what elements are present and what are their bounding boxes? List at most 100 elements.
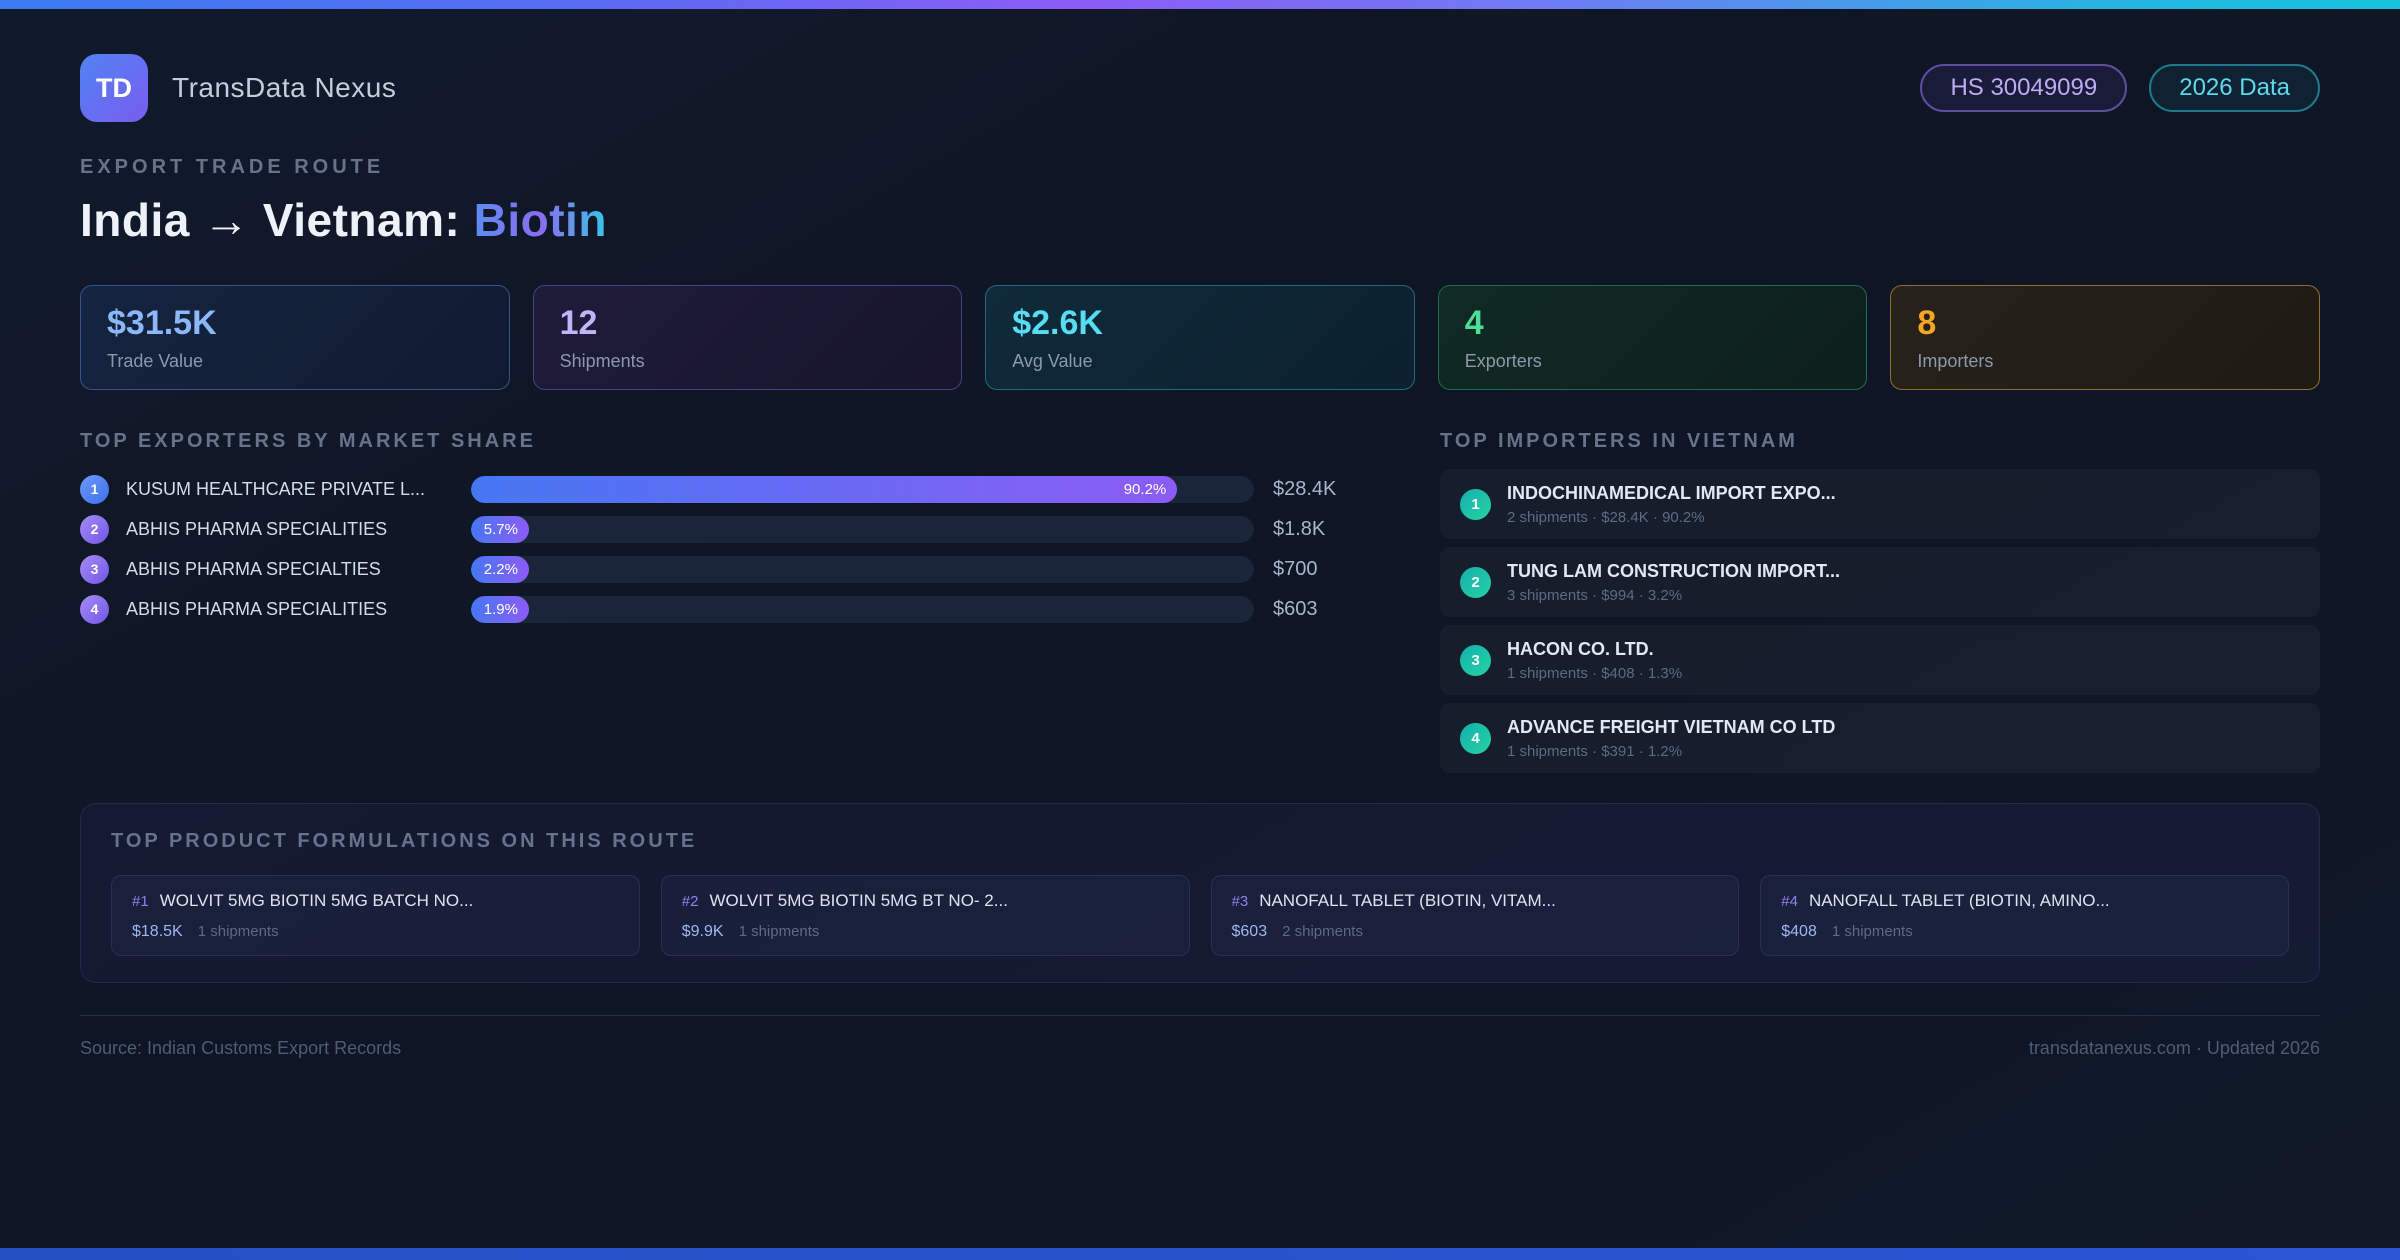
product-shipments: 1 shipments [197, 923, 279, 940]
market-share-percent: 2.2% [483, 560, 518, 578]
product-value: $9.9K [681, 923, 724, 940]
page-title: India → Vietnam: Biotin [80, 193, 2320, 247]
year-data-label: 2026 Data [2179, 74, 2290, 101]
stat-value: $31.5K [107, 304, 217, 342]
product-meta-line: $9.9K 1 shipments [682, 923, 1169, 941]
product-name: WOLVIT 5MG BIOTIN 5MG BATCH NO... [159, 891, 474, 910]
hs-code-label: HS 30049099 [1950, 74, 2098, 101]
year-data-badge[interactable]: 2026 Data [2149, 64, 2320, 112]
market-share-bar-fill: 1.9% [471, 595, 529, 623]
product-meta-line: $408 1 shipments [1781, 923, 2268, 941]
exporter-value: $28.4K [1273, 477, 1337, 500]
exporter-value: $1.8K [1273, 517, 1326, 540]
product-card[interactable]: #1 WOLVIT 5MG BIOTIN 5MG BATCH NO... $18… [111, 875, 640, 956]
importer-name: INDOCHINAMEDICAL IMPORT EXPO... [1507, 482, 1836, 503]
exporter-row[interactable]: 4 ABHIS PHARMA SPECIALITIES 1.9% $603 [80, 589, 1355, 629]
market-share-percent: 5.7% [483, 520, 518, 538]
stat-label: Importers [1917, 351, 1994, 371]
importer-info: INDOCHINAMEDICAL IMPORT EXPO... 2 shipme… [1507, 483, 1836, 526]
exporter-value: $603 [1273, 597, 1318, 620]
app-logo: TD [80, 54, 148, 122]
rank-badge: 3 [80, 554, 109, 584]
brand: TD TransData Nexus [80, 54, 396, 122]
stat-value: 8 [1917, 304, 1937, 342]
market-share-bar-track: 1.9% [471, 595, 1254, 623]
page-eyebrow: EXPORT TRADE ROUTE [80, 156, 385, 178]
market-share-percent: 90.2% [1123, 480, 1167, 498]
header-badges: HS 30049099 2026 Data [1920, 64, 2320, 112]
product-meta-line: $18.5K 1 shipments [132, 923, 619, 941]
product-card[interactable]: #4 NANOFALL TABLET (BIOTIN, AMINO... $40… [1760, 875, 2289, 956]
product-card[interactable]: #3 NANOFALL TABLET (BIOTIN, VITAM... $60… [1210, 875, 1740, 956]
products-panel: TOP PRODUCT FORMULATIONS ON THIS ROUTE #… [80, 803, 2320, 983]
importer-card[interactable]: 3 HACON CO. LTD. 1 shipments · $408 · 1.… [1440, 625, 2320, 695]
dashboard-page: TD TransData Nexus HS 30049099 2026 Data… [0, 54, 2400, 1059]
hs-code-badge[interactable]: HS 30049099 [1920, 64, 2128, 112]
footer-site: transdatanexus.com · Updated 2026 [2028, 1038, 2320, 1058]
stat-card-trade-value: $31.5K Trade Value [80, 285, 510, 390]
importer-info: ADVANCE FREIGHT VIETNAM CO LTD 1 shipmen… [1507, 717, 1835, 760]
product-name: NANOFALL TABLET (BIOTIN, VITAM... [1259, 891, 1556, 910]
stat-value: $2.6K [1012, 304, 1103, 342]
exporter-name: ABHIS PHARMA SPECIALITIES [126, 518, 388, 539]
product-text: Biotin [473, 194, 607, 246]
product-shipments: 1 shipments [1831, 923, 1913, 940]
rank-badge: 4 [80, 594, 109, 624]
logo-monogram: TD [96, 72, 132, 103]
product-value: $603 [1231, 923, 1268, 940]
exporters-list: 1 KUSUM HEALTHCARE PRIVATE L... 90.2% $2… [80, 469, 1355, 629]
exporter-name: KUSUM HEALTHCARE PRIVATE L... [126, 478, 426, 499]
product-rank: #3 [1231, 893, 1249, 910]
stat-card-importers: 8 Importers [1890, 285, 2320, 390]
product-shipments: 1 shipments [738, 923, 820, 940]
product-name: WOLVIT 5MG BIOTIN 5MG BT NO- 2... [709, 891, 1008, 910]
market-share-bar-track: 5.7% [471, 515, 1254, 543]
rank-badge: 4 [1460, 722, 1491, 754]
stat-value: 12 [559, 304, 598, 342]
rank-badge: 1 [1460, 488, 1491, 520]
market-share-bar-fill: 2.2% [471, 555, 529, 583]
exporter-name: ABHIS PHARMA SPECIALTIES [126, 558, 381, 579]
stat-label: Trade Value [107, 351, 204, 371]
importer-info: HACON CO. LTD. 1 shipments · $408 · 1.3% [1507, 639, 1682, 682]
product-title-line: #1 WOLVIT 5MG BIOTIN 5MG BATCH NO... [132, 891, 619, 911]
main-content: TOP EXPORTERS BY MARKET SHARE 1 KUSUM HE… [80, 430, 2320, 773]
product-value: $18.5K [132, 923, 183, 940]
importers-list: 1 INDOCHINAMEDICAL IMPORT EXPO... 2 ship… [1440, 469, 2320, 773]
exporter-row[interactable]: 2 ABHIS PHARMA SPECIALITIES 5.7% $1.8K [80, 509, 1355, 549]
stat-card-avg-value: $2.6K Avg Value [985, 285, 1415, 390]
importer-card[interactable]: 4 ADVANCE FREIGHT VIETNAM CO LTD 1 shipm… [1440, 703, 2320, 773]
stat-value: 4 [1464, 304, 1484, 342]
exporter-row[interactable]: 3 ABHIS PHARMA SPECIALTIES 2.2% $700 [80, 549, 1355, 589]
market-share-bar-fill: 5.7% [471, 515, 529, 543]
rank-badge: 2 [1460, 566, 1491, 598]
product-name: NANOFALL TABLET (BIOTIN, AMINO... [1808, 891, 2110, 910]
product-rank: #1 [132, 893, 149, 910]
importer-card[interactable]: 2 TUNG LAM CONSTRUCTION IMPORT... 3 ship… [1440, 547, 2320, 617]
exporter-row[interactable]: 1 KUSUM HEALTHCARE PRIVATE L... 90.2% $2… [80, 469, 1355, 509]
stat-card-exporters: 4 Exporters [1437, 285, 1868, 390]
market-share-percent: 1.9% [483, 600, 518, 618]
route-text: India → Vietnam: [80, 194, 474, 246]
app-name: TransData Nexus [172, 72, 397, 103]
product-title-line: #3 NANOFALL TABLET (BIOTIN, VITAM... [1232, 891, 1719, 911]
rank-badge: 3 [1460, 644, 1491, 676]
product-value: $408 [1781, 923, 1817, 940]
rank-badge: 2 [80, 514, 109, 544]
importer-meta: 2 shipments · $28.4K · 90.2% [1507, 508, 1705, 526]
market-share-bar-track: 2.2% [471, 555, 1254, 583]
stat-label: Avg Value [1012, 351, 1093, 371]
market-share-bar-track: 90.2% [471, 475, 1254, 503]
footer-source: Source: Indian Customs Export Records [80, 1038, 402, 1058]
importer-name: HACON CO. LTD. [1507, 638, 1654, 659]
product-shipments: 2 shipments [1282, 923, 1363, 940]
importer-meta: 3 shipments · $994 · 3.2% [1507, 586, 1683, 604]
importer-name: TUNG LAM CONSTRUCTION IMPORT... [1507, 560, 1840, 581]
stats-row: $31.5K Trade Value 12 Shipments $2.6K Av… [80, 285, 2320, 390]
importer-card[interactable]: 1 INDOCHINAMEDICAL IMPORT EXPO... 2 ship… [1440, 469, 2320, 539]
importer-meta: 1 shipments · $408 · 1.3% [1507, 664, 1683, 682]
importer-name: ADVANCE FREIGHT VIETNAM CO LTD [1507, 716, 1836, 737]
exporter-name: ABHIS PHARMA SPECIALITIES [126, 598, 388, 619]
stat-label: Exporters [1464, 351, 1542, 371]
product-card[interactable]: #2 WOLVIT 5MG BIOTIN 5MG BT NO- 2... $9.… [660, 875, 1190, 956]
